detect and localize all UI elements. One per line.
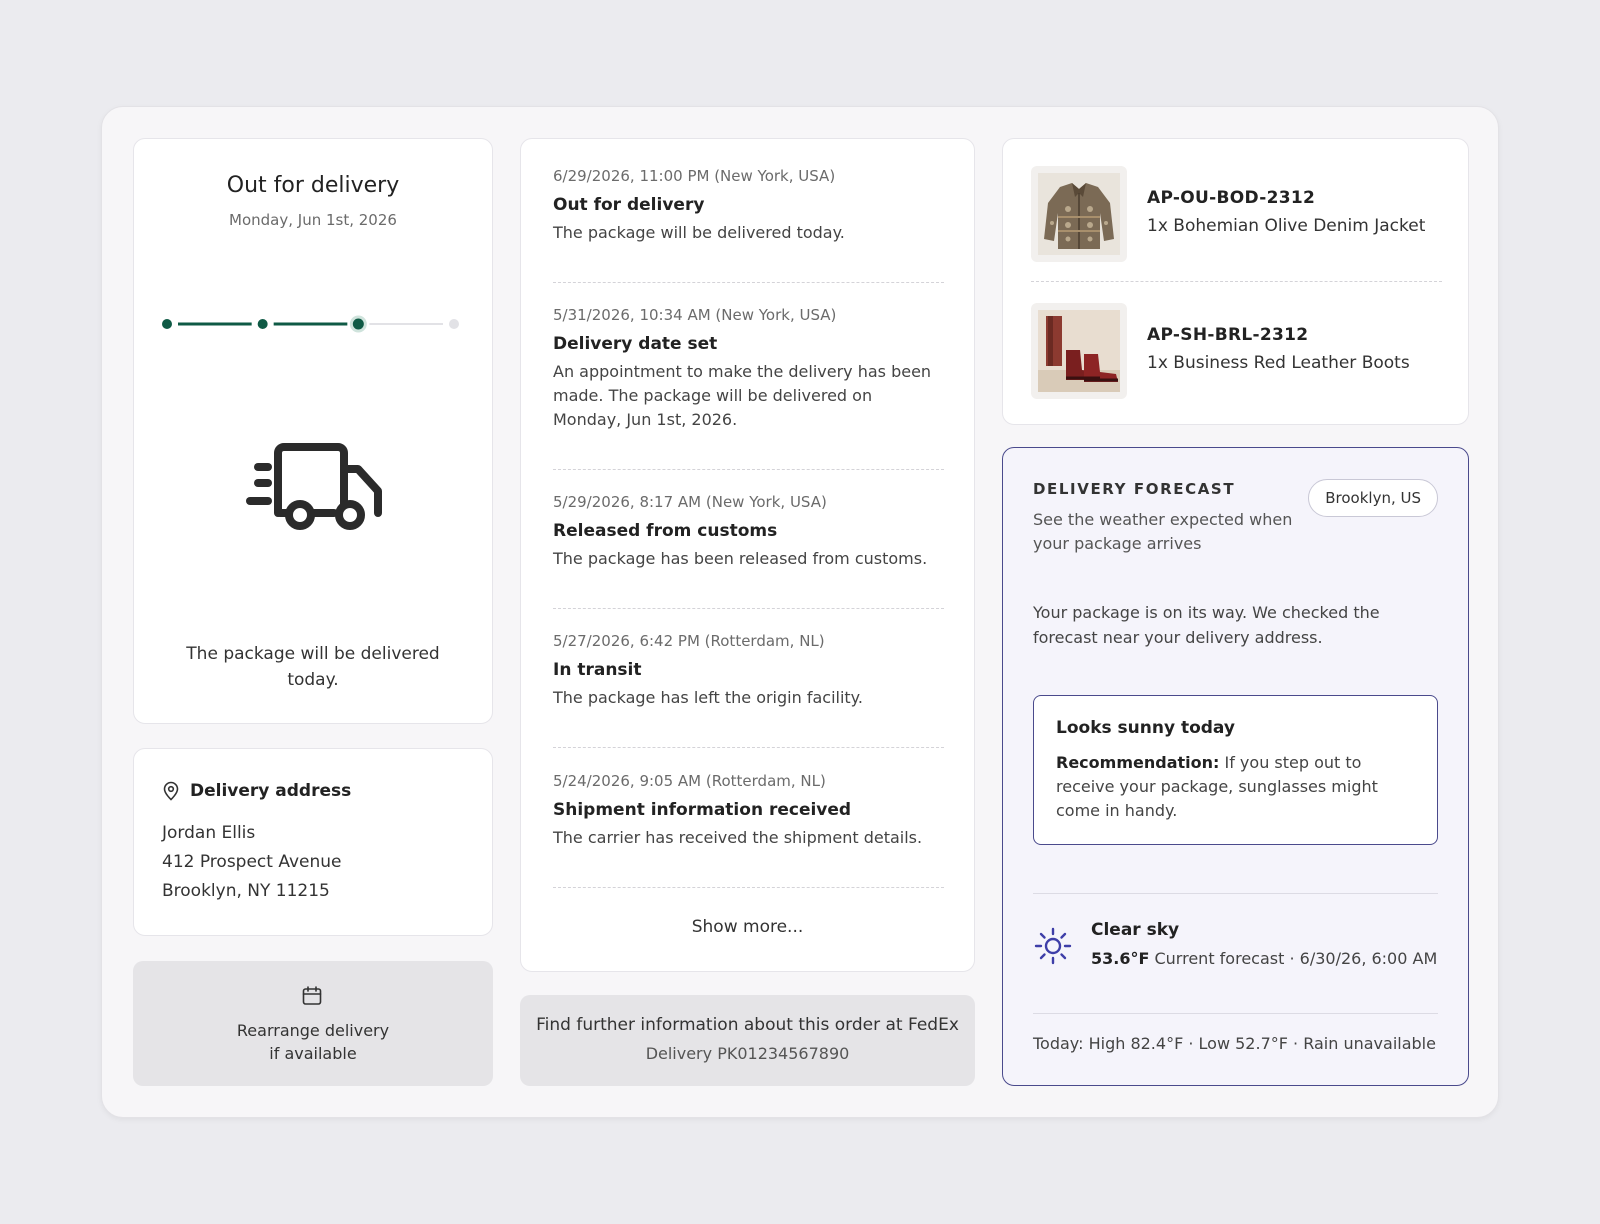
- timeline-entry: 5/27/2026, 6:42 PM (Rotterdam, NL) In tr…: [553, 632, 944, 748]
- address-city: Brooklyn, NY 11215: [162, 881, 330, 901]
- delivery-address-card: Delivery address Jordan Ellis 412 Prospe…: [133, 748, 493, 936]
- fedex-tracking-number: Delivery PK01234567890: [645, 1044, 850, 1063]
- forecast-recommendation: Recommendation: If you step out to recei…: [1056, 751, 1421, 823]
- timeline-description: The package will be delivered today.: [553, 223, 845, 242]
- timeline-date: 5/27/2026, 6:42 PM (Rotterdam, NL): [553, 632, 825, 650]
- forecast-location-pill[interactable]: Brooklyn, US: [1308, 479, 1438, 517]
- calendar-icon: [302, 986, 322, 1005]
- timeline-entry: 6/29/2026, 11:00 PM (New York, USA) Out …: [553, 167, 944, 283]
- boots-image: [1038, 310, 1120, 392]
- forecast-kicker: DELIVERY FORECAST: [1033, 480, 1236, 498]
- tracking-timeline-card: 6/29/2026, 11:00 PM (New York, USA) Out …: [520, 138, 975, 972]
- order-item[interactable]: AP-OU-BOD-2312 1x Bohemian Olive Denim J…: [1031, 166, 1442, 270]
- product-sku: AP-OU-BOD-2312: [1147, 188, 1316, 208]
- order-item[interactable]: AP-SH-BRL-2312 1x Business Red Leather B…: [1031, 303, 1442, 407]
- status-message: The package will be delivered today.: [186, 644, 440, 690]
- timeline-title: Shipment information received: [553, 800, 852, 820]
- timeline-description: An appointment to make the delivery has …: [553, 362, 932, 429]
- timeline-entry: 5/24/2026, 9:05 AM (Rotterdam, NL) Shipm…: [553, 772, 944, 888]
- fedex-info-text: Find further information about this orde…: [536, 1015, 959, 1035]
- progress-step: [162, 319, 172, 329]
- timeline-date: 5/24/2026, 9:05 AM (Rotterdam, NL): [553, 772, 826, 790]
- forecast-condition: Clear sky: [1091, 920, 1180, 940]
- rearrange-delivery-button[interactable]: Rearrange delivery if available: [133, 961, 493, 1086]
- progress-step: [257, 319, 268, 329]
- recommendation-label: Recommendation:: [1056, 753, 1220, 772]
- forecast-recommendation-box: Looks sunny today Recommendation: If you…: [1033, 695, 1438, 845]
- forecast-current: 53.6°F Current forecast · 6/30/26, 6:00 …: [1091, 949, 1437, 968]
- timeline-entry: 5/31/2026, 10:34 AM (New York, USA) Deli…: [553, 306, 944, 470]
- order-items-card: AP-OU-BOD-2312 1x Bohemian Olive Denim J…: [1002, 138, 1469, 425]
- timeline-description: The carrier has received the shipment de…: [553, 828, 923, 847]
- forecast-subtitle: See the weather expected when your packa…: [1033, 510, 1293, 553]
- forecast-today-summary: Today: High 82.4°F · Low 52.7°F · Rain u…: [1033, 1034, 1436, 1053]
- current-forecast-detail: Current forecast · 6/30/26, 6:00 AM: [1149, 949, 1438, 968]
- address-name: Jordan Ellis: [162, 823, 256, 843]
- progress-step: [449, 319, 459, 329]
- fedex-info-button[interactable]: Find further information about this orde…: [520, 995, 975, 1086]
- delivery-status-card: Out for delivery Monday, Jun 1st, 2026 T…: [133, 138, 493, 724]
- delivery-forecast-card: DELIVERY FORECAST See the weather expect…: [1002, 447, 1469, 1086]
- current-temperature: 53.6°F: [1091, 949, 1150, 968]
- product-divider: [1031, 281, 1442, 282]
- timeline-description: The package has left the origin facility…: [553, 688, 863, 707]
- show-more-link[interactable]: Show more...: [521, 917, 974, 937]
- forecast-intro: Your package is on its way. We checked t…: [1033, 603, 1380, 647]
- sun-icon: [1034, 927, 1072, 965]
- address-heading: Delivery address: [162, 781, 351, 801]
- forecast-box-title: Looks sunny today: [1056, 718, 1235, 738]
- timeline-date: 5/29/2026, 8:17 AM (New York, USA): [553, 493, 827, 511]
- product-image-jacket: [1031, 166, 1127, 262]
- address-lines: Jordan Ellis 412 Prospect Avenue Brookly…: [162, 819, 342, 906]
- timeline-date: 6/29/2026, 11:00 PM (New York, USA): [553, 167, 836, 185]
- delivery-progress-bar: [162, 315, 459, 333]
- product-name: 1x Bohemian Olive Denim Jacket: [1147, 216, 1426, 236]
- product-sku: AP-SH-BRL-2312: [1147, 325, 1309, 345]
- timeline-title: Delivery date set: [553, 334, 718, 354]
- location-pin-icon: [163, 781, 179, 801]
- timeline-date: 5/31/2026, 10:34 AM (New York, USA): [553, 306, 837, 324]
- timeline-title: Out for delivery: [553, 195, 705, 215]
- status-date: Monday, Jun 1st, 2026: [229, 211, 397, 229]
- product-image-boots: [1031, 303, 1127, 399]
- timeline-title: Released from customs: [553, 521, 778, 541]
- product-name: 1x Business Red Leather Boots: [1147, 353, 1410, 373]
- timeline-entry: 5/29/2026, 8:17 AM (New York, USA) Relea…: [553, 493, 944, 609]
- forecast-divider: [1033, 1013, 1438, 1014]
- forecast-divider: [1033, 893, 1438, 894]
- jacket-image: [1038, 173, 1120, 255]
- status-title: Out for delivery: [226, 173, 400, 198]
- rearrange-label: Rearrange delivery if available: [236, 1021, 390, 1063]
- progress-step-current: [349, 315, 367, 333]
- timeline-title: In transit: [553, 660, 642, 680]
- truck-icon: [246, 443, 382, 530]
- timeline-description: The package has been released from custo…: [553, 549, 928, 568]
- address-heading-label: Delivery address: [190, 781, 352, 801]
- address-street: 412 Prospect Avenue: [162, 852, 342, 872]
